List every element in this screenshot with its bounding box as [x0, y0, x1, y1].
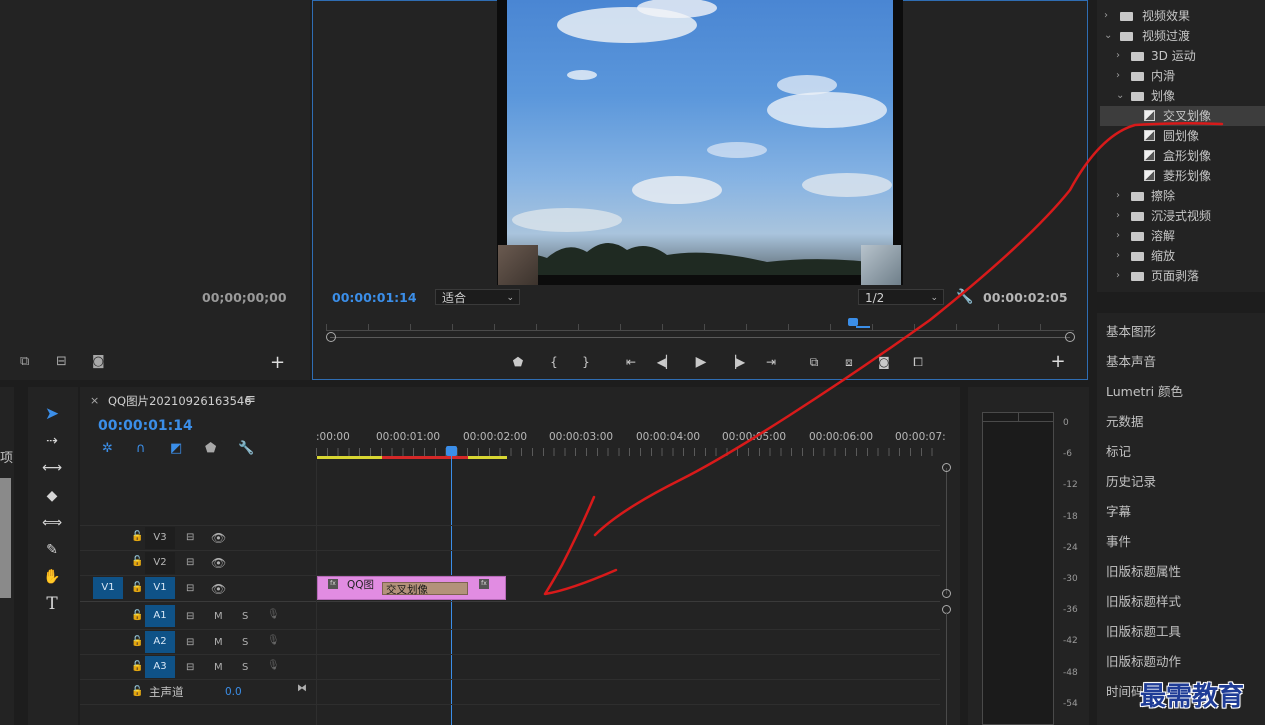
- watermark-logo: 最需教育: [1140, 682, 1245, 712]
- annotation-arrow: [543, 121, 1224, 596]
